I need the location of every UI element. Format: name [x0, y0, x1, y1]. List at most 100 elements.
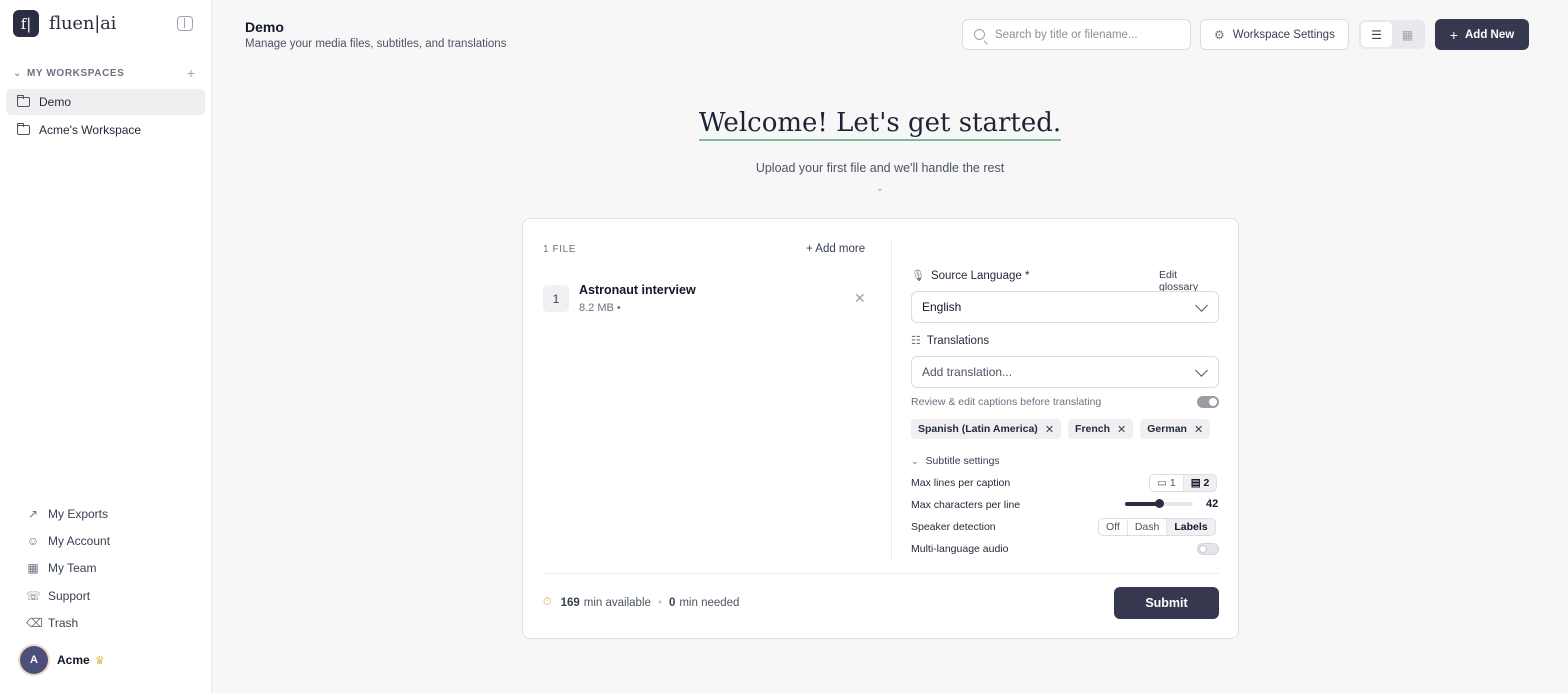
user-profile[interactable]: A Acme ♛: [20, 646, 105, 674]
max-lines-option-2[interactable]: ▤ 2: [1183, 475, 1217, 491]
multi-language-label: Multi-language audio: [911, 543, 1009, 555]
translations-label-row: ☷ Translations: [911, 334, 990, 348]
chevron-down-icon[interactable]: ⌄: [13, 68, 27, 79]
close-icon[interactable]: ✕: [1117, 423, 1126, 436]
chevron-down-icon: [1195, 364, 1208, 377]
sidebar-item-my-team[interactable]: ▦ My Team: [26, 555, 110, 582]
workspaces-section-label: MY WORKSPACES: [27, 67, 125, 79]
translation-chip: French ✕: [1068, 419, 1134, 439]
sidebar-item-my-account[interactable]: ☺ My Account: [26, 527, 110, 554]
workspace-settings-label: Workspace Settings: [1232, 28, 1335, 41]
microphone-icon: 🎙: [911, 270, 925, 282]
brand[interactable]: f| fluen|ai: [13, 10, 116, 37]
chevron-down-icon: ⌄: [911, 455, 919, 466]
crown-icon: ♛: [94, 654, 105, 667]
nav-label: Trash: [48, 616, 79, 631]
add-workspace-icon[interactable]: +: [187, 65, 195, 81]
upload-card: 1 FILE + Add more 1 Astronaut interview …: [522, 218, 1239, 639]
speaker-detection-label: Speaker detection: [911, 521, 996, 533]
slider-thumb[interactable]: [1155, 499, 1164, 508]
translations-label: Translations: [926, 334, 990, 347]
minutes-summary: ⏱ 169 min available • 0 min needed: [543, 596, 739, 609]
review-captions-toggle[interactable]: [1197, 396, 1219, 408]
caption-icon: ▭: [1157, 477, 1170, 489]
max-lines-label: Max lines per caption: [911, 477, 1011, 489]
support-icon: ☏: [26, 588, 42, 603]
workspace-settings-button[interactable]: ⚙ Workspace Settings: [1200, 19, 1349, 50]
max-lines-option-1[interactable]: ▭ 1: [1150, 475, 1184, 491]
divider: [891, 239, 892, 560]
close-icon[interactable]: ✕: [1045, 423, 1054, 436]
workspaces-header[interactable]: ⌄ MY WORKSPACES +: [13, 65, 195, 81]
source-language-select[interactable]: English: [911, 291, 1219, 323]
sidebar-item-support[interactable]: ☏ Support: [26, 582, 110, 609]
file-size: 8.2 MB •: [579, 302, 621, 314]
file-index: 1: [543, 285, 569, 312]
exports-icon: ↗: [27, 506, 39, 521]
sidebar-item-my-exports[interactable]: ↗ My Exports: [26, 500, 110, 527]
user-name: Acme: [57, 653, 90, 667]
review-captions-label: Review & edit captions before translatin…: [911, 396, 1102, 408]
avatar: A: [20, 646, 48, 674]
separator-dot: •: [657, 596, 662, 609]
toggle-knob: [1209, 398, 1217, 406]
submit-button[interactable]: Submit: [1114, 587, 1219, 619]
logo-icon: f|: [13, 10, 39, 37]
add-translation-placeholder: Add translation...: [922, 365, 1013, 379]
divider: [543, 573, 1219, 574]
add-translation-select[interactable]: Add translation...: [911, 356, 1219, 388]
chevron-down-icon: ⌄: [875, 183, 885, 194]
source-language-label: Source Language *: [930, 269, 1030, 282]
add-new-label: Add New: [1464, 28, 1515, 41]
translation-chip: German ✕: [1140, 419, 1211, 439]
list-view-icon[interactable]: ☰: [1361, 22, 1392, 47]
close-icon[interactable]: ✕: [1194, 423, 1203, 436]
translation-chip: Spanish (Latin America) ✕: [911, 419, 1062, 439]
search-input[interactable]: [995, 28, 1175, 41]
search-box[interactable]: [962, 19, 1191, 50]
workspace-label: Demo: [39, 95, 72, 109]
brand-name: fluen|ai: [49, 13, 117, 34]
option-label: 1: [1169, 477, 1176, 489]
available-label: min available: [583, 596, 651, 609]
gear-icon: ⚙: [1214, 27, 1225, 42]
plus-icon: +: [1449, 26, 1458, 43]
toggle-knob: [1199, 545, 1207, 553]
max-chars-value: 42: [1206, 498, 1219, 510]
selected-translations: Spanish (Latin America) ✕ French ✕ Germa…: [911, 419, 1211, 439]
close-icon[interactable]: ✕: [854, 290, 866, 307]
nav-label: My Account: [48, 534, 111, 549]
speaker-option-labels[interactable]: Labels: [1167, 519, 1215, 535]
welcome-title-row: Welcome! Let's get started.: [0, 108, 1568, 141]
sidebar: f| fluen|ai ⌄ MY WORKSPACES + Demo Acme'…: [0, 0, 212, 693]
subtitle-settings-label: Subtitle settings: [925, 455, 1000, 467]
grid-view-icon[interactable]: ▦: [1392, 22, 1423, 47]
needed-minutes: 0: [668, 596, 676, 609]
file-name: Astronaut interview: [579, 283, 696, 297]
option-label: 2: [1203, 477, 1210, 489]
sidebar-item-trash[interactable]: ⌫ Trash: [26, 610, 110, 637]
view-toggle: ☰ ▦: [1359, 20, 1425, 49]
edit-glossary-link[interactable]: Edit glossary: [1159, 269, 1219, 293]
max-chars-slider[interactable]: [1125, 499, 1193, 508]
account-icon: ☺: [26, 534, 40, 549]
sidebar-bottom-nav: ↗ My Exports ☺ My Account ▦ My Team ☏ Su…: [26, 500, 110, 637]
source-language-label-row: 🎙 Source Language *: [911, 269, 1030, 283]
speaker-option-off[interactable]: Off: [1099, 519, 1128, 535]
source-language-value: English: [922, 300, 962, 314]
file-row: 1 Astronaut interview 8.2 MB • ✕: [543, 283, 866, 315]
available-minutes: 169: [560, 596, 580, 609]
add-new-button[interactable]: + Add New: [1435, 19, 1529, 50]
search-icon: [974, 29, 985, 40]
subtitle-settings-toggle[interactable]: ⌄ Subtitle settings: [911, 455, 1000, 467]
welcome-title: Welcome! Let's get started.: [698, 108, 1062, 141]
nav-label: My Exports: [48, 506, 109, 521]
timer-icon: ⏱: [543, 596, 552, 608]
nav-label: My Team: [48, 561, 97, 576]
chevron-down-icon: [1195, 299, 1208, 312]
chip-label: German: [1147, 423, 1187, 435]
multi-language-toggle[interactable]: [1197, 543, 1219, 555]
speaker-option-dash[interactable]: Dash: [1127, 519, 1168, 535]
add-more-button[interactable]: + Add more: [806, 243, 865, 255]
sidebar-collapse-icon[interactable]: [177, 16, 193, 31]
